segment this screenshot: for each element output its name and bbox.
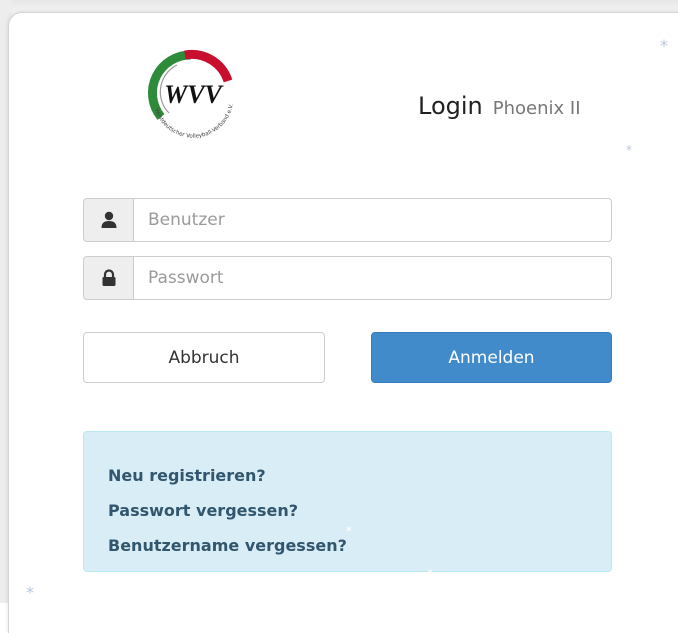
snowflake-icon: * [660, 36, 668, 55]
snowflake-icon: * [346, 524, 352, 538]
forgot-username-link[interactable]: Benutzername vergessen? [108, 528, 611, 563]
wvv-logo: WVV Westdeutscher Volleyball-Verband e.V… [147, 49, 235, 140]
password-input-group [83, 256, 612, 300]
register-link[interactable]: Neu registrieren? [108, 458, 611, 493]
username-addon [83, 198, 134, 242]
login-title-text: Login [418, 92, 483, 120]
logo-text: WVV [164, 80, 224, 109]
forgot-password-link[interactable]: Passwort vergessen? [108, 493, 611, 528]
username-input[interactable] [134, 198, 612, 242]
login-subtitle-text: Phoenix II [492, 98, 581, 119]
user-icon [101, 211, 116, 228]
snowflake-icon: * [626, 143, 632, 157]
page-title: Login Phoenix II [418, 92, 618, 128]
username-input-group [83, 198, 612, 242]
cancel-button[interactable]: Abbruch [83, 332, 325, 383]
login-button[interactable]: Anmelden [371, 332, 612, 383]
snowflake-icon: * [26, 583, 34, 602]
password-addon [83, 256, 134, 300]
snowflake-icon: * [427, 567, 433, 581]
help-links-box: Neu registrieren? Passwort vergessen? Be… [83, 431, 612, 572]
password-input[interactable] [134, 256, 612, 300]
lock-icon [102, 269, 115, 286]
